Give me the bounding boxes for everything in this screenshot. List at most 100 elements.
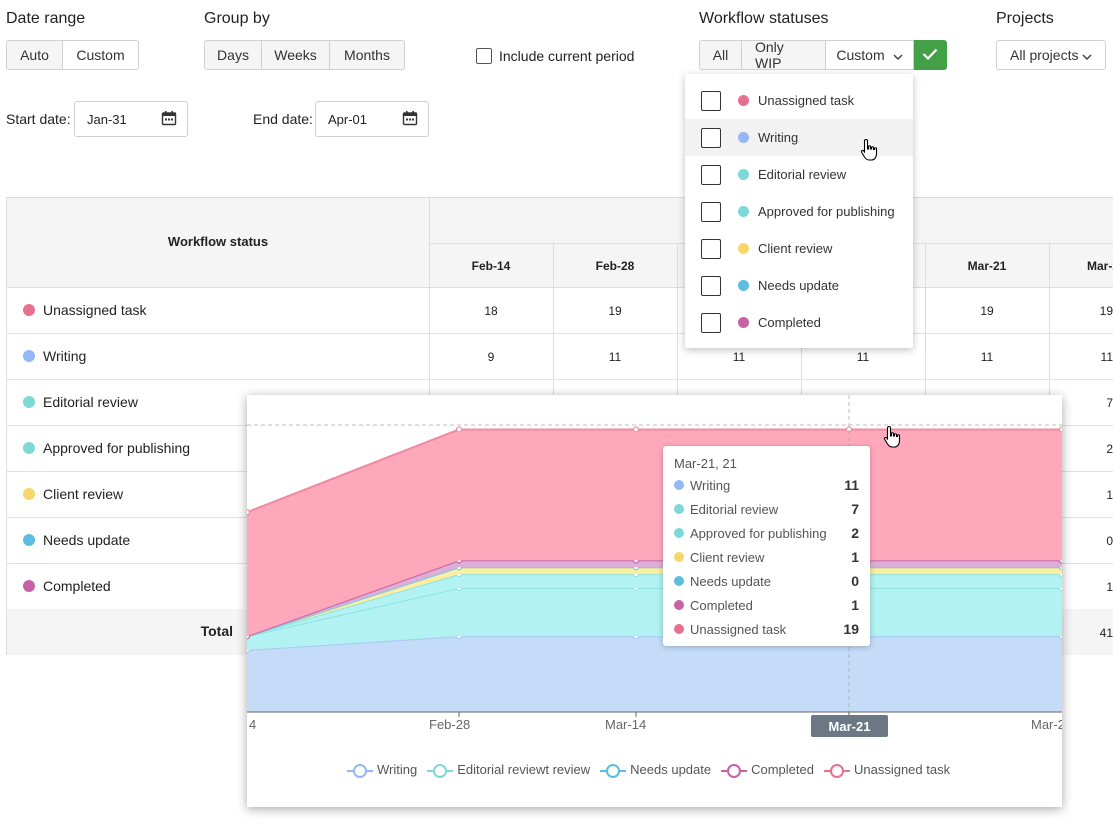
status-color-dot: [23, 488, 35, 500]
option-checkbox[interactable]: [701, 127, 721, 148]
workflow-custom-label: Custom: [836, 47, 885, 63]
tooltip-label: Completed: [690, 597, 753, 613]
series-color-dot: [674, 576, 684, 586]
option-checkbox[interactable]: [701, 201, 721, 222]
legend-marker: [347, 763, 373, 778]
hand-cursor-icon: [883, 425, 903, 454]
status-label: Completed: [43, 578, 111, 594]
apply-statuses-button[interactable]: [914, 40, 947, 70]
table-row: Editorial review: [7, 379, 138, 425]
end-date-input[interactable]: Apr-01: [315, 101, 429, 137]
status-label: Approved for publishing: [43, 440, 191, 456]
group-by-months-button[interactable]: Months: [330, 40, 405, 70]
option-checkbox[interactable]: [701, 312, 721, 333]
legend-marker: [427, 763, 454, 778]
tooltip-row: Client review 1: [674, 545, 859, 569]
workflow-custom-dropdown[interactable]: Custom: [826, 40, 914, 70]
option-label: Needs update: [758, 278, 839, 293]
calendar-icon[interactable]: [161, 110, 177, 129]
legend-item-needs-update[interactable]: Needs update: [600, 762, 711, 778]
table-cell: 11: [1100, 350, 1113, 364]
series-color-dot: [674, 528, 684, 538]
status-color-dot: [738, 132, 749, 143]
group-by-weeks-button[interactable]: Weeks: [262, 40, 330, 70]
legend-item-completed[interactable]: Completed: [721, 762, 814, 778]
date-range-group: Auto Custom: [6, 40, 139, 70]
status-label: Client review: [43, 486, 124, 502]
option-checkbox[interactable]: [701, 90, 721, 111]
area-chart-popup: [247, 395, 1062, 807]
projects-value: All projects: [1010, 47, 1079, 63]
table-cell: 41: [1099, 626, 1113, 640]
workflow-only-wip-button[interactable]: Only WIP: [742, 39, 826, 71]
date-header-feb-14: Feb-14: [471, 259, 511, 273]
option-checkbox[interactable]: [701, 164, 721, 185]
data-point: [247, 509, 251, 516]
table-row: Unassigned task: [7, 287, 147, 333]
dropdown-option-client-review[interactable]: Client review: [685, 230, 913, 267]
date-header-feb-28: Feb-28: [595, 259, 635, 273]
option-label: Client review: [758, 241, 833, 256]
dropdown-option-unassigned-task[interactable]: Unassigned task: [685, 82, 913, 119]
status-label: Needs update: [43, 532, 131, 548]
tooltip-label: Writing: [690, 477, 731, 493]
chart-tooltip: Mar-21, 21 Writing 11 Editorial review 7…: [663, 446, 870, 646]
tooltip-label: Client review: [690, 549, 765, 565]
status-color-dot: [23, 350, 35, 362]
table-cell: 11: [732, 350, 746, 364]
stacked-area-chart: [247, 395, 1062, 717]
calendar-icon[interactable]: [402, 110, 418, 129]
hand-cursor-icon: [860, 138, 880, 167]
table-cell: 0: [1106, 534, 1113, 548]
x-axis-tick: Feb-28: [429, 717, 471, 732]
series-color-dot: [674, 480, 684, 490]
group-by-days-button[interactable]: Days: [204, 40, 262, 70]
status-color-dot: [738, 95, 749, 106]
data-point: [455, 426, 463, 433]
date-range-custom-button[interactable]: Custom: [63, 40, 139, 70]
tooltip-row: Writing 11: [674, 473, 859, 497]
option-checkbox[interactable]: [701, 238, 721, 259]
table-cell: 19: [980, 304, 994, 318]
include-current-period[interactable]: Include current period: [476, 48, 634, 64]
legend-label: Completed: [751, 762, 814, 777]
data-point: [1058, 426, 1062, 433]
table-row: Client review: [7, 471, 123, 517]
status-color-dot: [23, 396, 35, 408]
workflow-all-button[interactable]: All: [699, 40, 742, 70]
dropdown-option-needs-update[interactable]: Needs update: [685, 267, 913, 304]
checkmark-icon: [922, 47, 938, 63]
series-color-dot: [674, 624, 684, 634]
date-range-auto-button[interactable]: Auto: [6, 40, 63, 70]
status-label: Editorial review: [43, 394, 138, 410]
status-label: Unassigned task: [43, 302, 147, 318]
workflow-statuses-label: Workflow statuses: [699, 10, 829, 27]
data-point: [632, 426, 640, 433]
dropdown-option-approved-for-publishing[interactable]: Approved for publishing: [685, 193, 913, 230]
total-label: Total: [200, 623, 233, 639]
legend-item-unassigned-task[interactable]: Unassigned task: [823, 762, 951, 778]
chart-legend: Writing Editorial reviewt review Needs u…: [347, 762, 960, 778]
table-cell: 18: [484, 304, 498, 318]
table-cell: 11: [856, 350, 870, 364]
legend-label: Editorial reviewt review: [457, 762, 591, 777]
legend-item-writing[interactable]: Writing: [347, 762, 417, 778]
start-date-value: Jan-31: [87, 111, 127, 127]
legend-label: Unassigned task: [853, 762, 951, 777]
option-checkbox[interactable]: [701, 275, 721, 296]
tooltip-label: Approved for publishing: [690, 525, 827, 541]
group-by-label: Group by: [204, 10, 270, 27]
chevron-down-icon: [1082, 47, 1092, 63]
tooltip-value: 7: [851, 501, 859, 517]
tooltip-row: Approved for publishing 2: [674, 521, 859, 545]
tooltip-row: Needs update 0: [674, 569, 859, 593]
legend-item-editorial-review[interactable]: Editorial reviewt review: [427, 762, 591, 778]
table-row: Writing: [7, 333, 86, 379]
area-writing: [247, 636, 1062, 712]
include-current-checkbox[interactable]: [476, 48, 492, 64]
legend-marker: [823, 763, 850, 778]
start-date-input[interactable]: Jan-31: [74, 101, 188, 137]
status-color-dot: [738, 169, 749, 180]
projects-dropdown[interactable]: All projects: [996, 40, 1106, 70]
dropdown-option-completed[interactable]: Completed: [685, 304, 913, 341]
